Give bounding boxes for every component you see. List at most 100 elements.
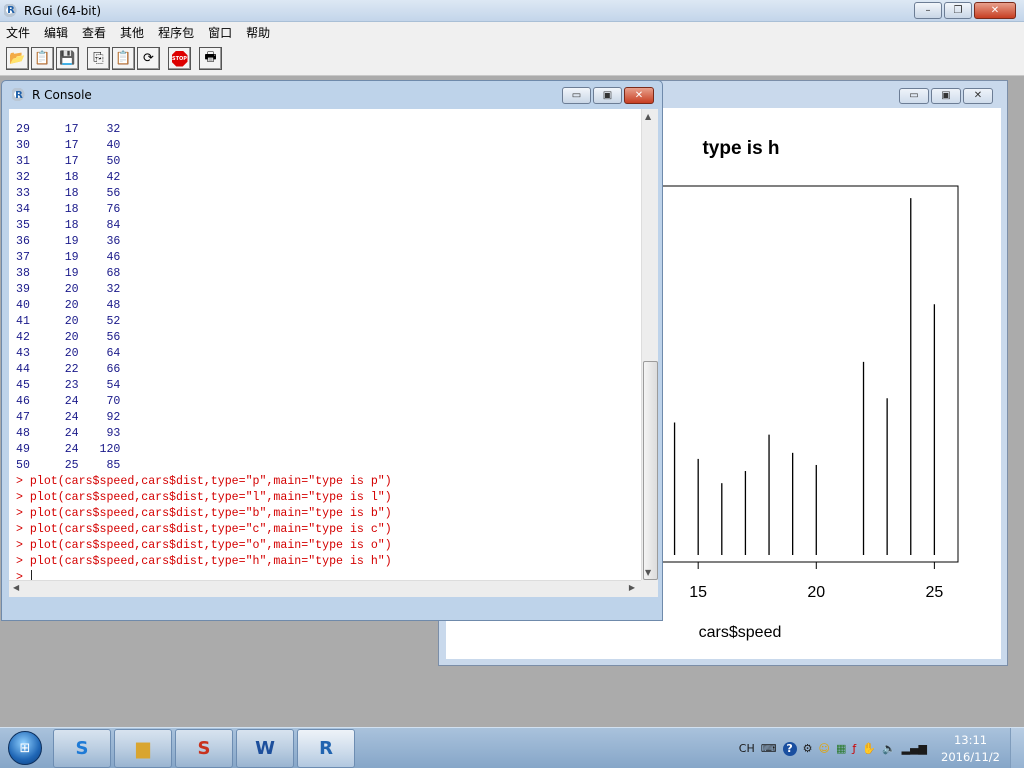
menu-file[interactable]: 文件 — [6, 24, 30, 41]
taskbar-file-explorer[interactable]: ▆ — [114, 728, 172, 768]
console-output-line: 50 25 85 — [16, 459, 121, 472]
restore-button[interactable]: ❐ — [944, 2, 972, 19]
input-language-indicator[interactable]: CH — [739, 742, 755, 755]
x-tick-label: 25 — [925, 584, 943, 601]
console-output-line: 47 24 92 — [16, 411, 121, 424]
copy-button[interactable]: ⎘ — [87, 47, 110, 70]
sogou-browser-icon: S — [75, 737, 89, 759]
console-output-line: 32 18 42 — [16, 171, 121, 184]
scroll-left-icon[interactable]: ◀ — [13, 583, 19, 592]
console-command-line: > plot(cars$speed,cars$dist,type="o",mai… — [16, 539, 392, 552]
menu-windows[interactable]: 窗口 — [208, 24, 232, 41]
app-titlebar: R RGui (64-bit) – ❐ ✕ — [0, 0, 1024, 22]
windows-logo-icon: ⊞ — [8, 731, 42, 765]
r-logo-icon: R — [319, 737, 333, 759]
minimize-button[interactable]: – — [914, 2, 942, 19]
taskbar-word[interactable]: W — [236, 728, 294, 768]
scroll-up-icon[interactable]: ▲ — [645, 112, 651, 121]
folder-icon: ▆ — [136, 737, 150, 759]
paste-button[interactable]: 📋 — [112, 47, 135, 70]
console-output-line: 37 19 46 — [16, 251, 121, 264]
load-file-icon: 📋 — [34, 51, 51, 66]
scrollbar-thumb[interactable] — [643, 361, 658, 580]
console-output-line: 46 24 70 — [16, 395, 121, 408]
menu-edit[interactable]: 编辑 — [44, 24, 68, 41]
help-icon[interactable]: ? — [782, 741, 797, 756]
open-script-button[interactable]: 📂 — [6, 47, 29, 70]
start-button[interactable]: ⊞ — [0, 728, 50, 768]
refresh-icon: ⟳ — [143, 51, 154, 66]
flash-icon[interactable]: ƒ — [852, 742, 856, 755]
printer-icon: 🖶 — [204, 49, 217, 65]
volume-icon[interactable]: 🔈 — [882, 742, 896, 755]
console-command-line: > plot(cars$speed,cars$dist,type="b",mai… — [16, 507, 392, 520]
console-output-line: 39 20 32 — [16, 283, 121, 296]
sogou-input-icon: S — [197, 737, 211, 759]
console-minimize-button[interactable]: ▭ — [562, 87, 591, 104]
keyboard-icon[interactable]: ⌨ — [761, 742, 777, 755]
graphics-minimize-button[interactable]: ▭ — [899, 88, 929, 104]
console-command-line: > plot(cars$speed,cars$dist,type="p",mai… — [16, 475, 392, 488]
r-console-window[interactable]: R R Console ▭ ▣ ✕ 29 17 32 30 17 40 31 17 … — [1, 80, 663, 621]
menubar: 文件 编辑 查看 其他 程序包 窗口 帮助 — [0, 22, 1024, 42]
console-command-line: > plot(cars$speed,cars$dist,type="h",mai… — [16, 555, 392, 568]
r-app-icon: R — [4, 3, 18, 18]
console-maximize-button[interactable]: ▣ — [593, 87, 622, 104]
console-output-line: 41 20 52 — [16, 315, 121, 328]
grid-app-icon[interactable]: ▦ — [836, 742, 846, 755]
stop-button[interactable]: STOP — [168, 47, 191, 70]
console-vertical-scrollbar[interactable]: ▲ ▼ — [641, 109, 658, 580]
menu-view[interactable]: 查看 — [82, 24, 106, 41]
taskbar-sogou-browser[interactable]: S — [53, 728, 111, 768]
console-output-line: 44 22 66 — [16, 363, 121, 376]
menu-packages[interactable]: 程序包 — [158, 24, 194, 41]
console-close-button[interactable]: ✕ — [624, 87, 654, 104]
x-axis: 15 20 25 — [689, 562, 943, 601]
copy-paste-button[interactable]: ⟳ — [137, 47, 160, 70]
console-output-line: 43 20 64 — [16, 347, 121, 360]
r-console-icon: R — [12, 88, 26, 102]
taskbar-r-gui[interactable]: R — [297, 728, 355, 768]
app-window-controls: – ❐ ✕ — [912, 2, 1016, 19]
folder-open-icon: 📂 — [9, 51, 26, 66]
console-output-line: 33 18 56 — [16, 187, 121, 200]
x-tick-label: 20 — [807, 584, 825, 601]
menu-help[interactable]: 帮助 — [246, 24, 270, 41]
copy-icon: ⎘ — [93, 51, 104, 66]
hand-icon[interactable]: ✋ — [862, 742, 876, 755]
menu-misc[interactable]: 其他 — [120, 24, 144, 41]
console-command-line: > plot(cars$speed,cars$dist,type="c",mai… — [16, 523, 392, 536]
tray-settings-icon[interactable]: ⚙ — [803, 742, 813, 755]
console-horizontal-scrollbar[interactable]: ◀ ▶ — [9, 580, 641, 597]
paste-icon: 📋 — [115, 51, 132, 66]
load-workspace-button[interactable]: 📋 — [31, 47, 54, 70]
console-output-line: 29 17 32 — [16, 123, 121, 136]
console-output-line: 35 18 84 — [16, 219, 121, 232]
graphics-maximize-button[interactable]: ▣ — [931, 88, 961, 104]
scrollbar-corner — [641, 580, 658, 597]
show-desktop-button[interactable] — [1010, 728, 1024, 768]
emoji-icon[interactable]: ☺ — [818, 742, 829, 755]
stop-sign-icon: STOP — [171, 50, 188, 67]
console-prompt: > — [16, 571, 23, 580]
app-title: RGui (64-bit) — [24, 3, 102, 18]
console-output-line: 42 20 56 — [16, 331, 121, 344]
console-output[interactable]: 29 17 32 30 17 40 31 17 50 32 18 42 33 18 56… — [9, 109, 641, 580]
console-command-line: > plot(cars$speed,cars$dist,type="l",mai… — [16, 491, 392, 504]
print-button[interactable]: 🖶 — [199, 47, 222, 70]
save-workspace-button[interactable]: 💾 — [56, 47, 79, 70]
taskbar-sogou-input[interactable]: S — [175, 728, 233, 768]
x-axis-label: cars$speed — [699, 624, 782, 641]
graphics-close-button[interactable]: ✕ — [963, 88, 993, 104]
console-output-line: 49 24 120 — [16, 443, 121, 456]
close-button[interactable]: ✕ — [974, 2, 1016, 19]
console-output-line: 34 18 76 — [16, 203, 121, 216]
clock[interactable]: 13:11 2016/11/2 — [941, 732, 1000, 766]
network-signal-icon[interactable]: ▂▄▆ — [902, 742, 927, 755]
scroll-down-icon[interactable]: ▼ — [645, 568, 651, 577]
console-output-line: 31 17 50 — [16, 155, 121, 168]
console-prompt-line[interactable]: > — [16, 570, 641, 580]
clock-time: 13:11 — [953, 732, 988, 747]
scroll-right-icon[interactable]: ▶ — [629, 583, 635, 592]
clock-date: 2016/11/2 — [941, 749, 1000, 764]
